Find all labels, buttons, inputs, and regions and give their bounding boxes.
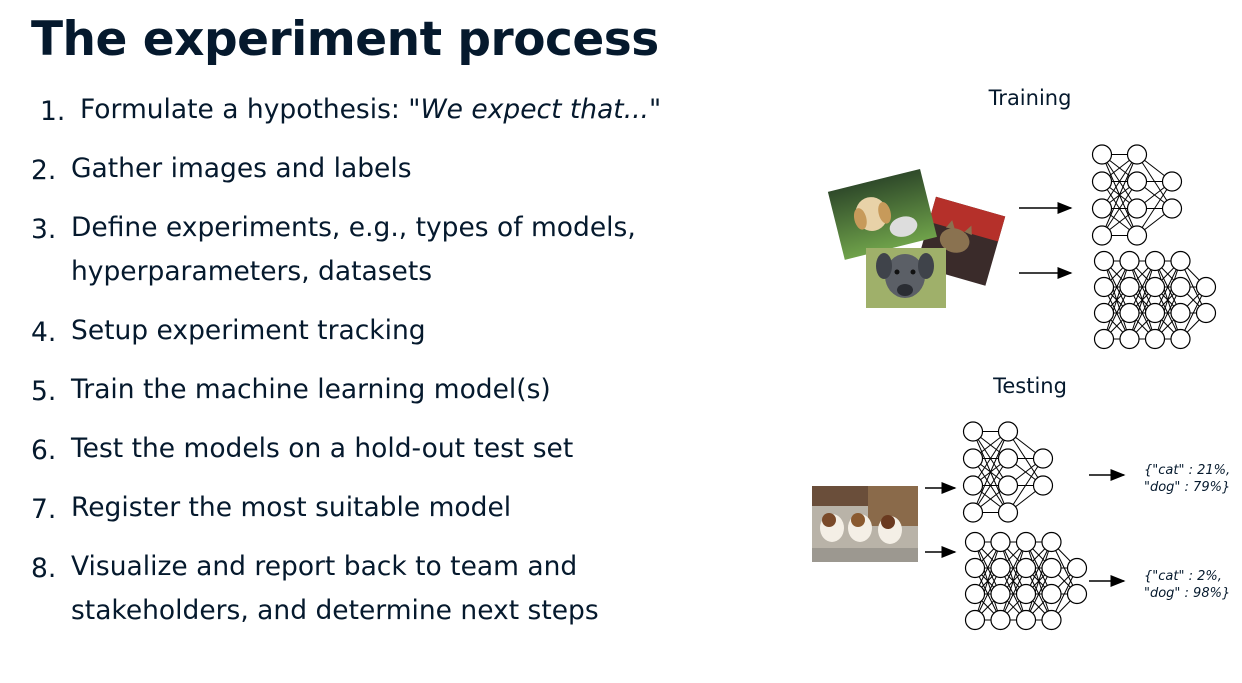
dog-photo bbox=[866, 248, 946, 308]
testing-network-small bbox=[962, 421, 1054, 523]
neuron-node bbox=[964, 557, 986, 579]
neuron-node bbox=[1091, 144, 1113, 165]
neuron-node bbox=[1170, 328, 1191, 350]
neuron-node bbox=[1144, 276, 1166, 298]
neuron-node bbox=[997, 421, 1019, 442]
neuron-node bbox=[1161, 171, 1183, 192]
neuron-node bbox=[1041, 609, 1062, 631]
neuron-node bbox=[962, 421, 984, 442]
neuron-node bbox=[962, 502, 984, 523]
neuron-node bbox=[1093, 250, 1115, 272]
neuron-node bbox=[1119, 250, 1140, 272]
neuron-node bbox=[964, 609, 986, 631]
puppy-photo bbox=[827, 168, 937, 260]
neuron-node bbox=[1093, 302, 1115, 324]
neuron-node bbox=[1041, 583, 1062, 605]
neuron-node bbox=[1161, 198, 1183, 219]
neuron-node bbox=[990, 609, 1011, 631]
neuron-node bbox=[990, 583, 1011, 605]
neuron-node bbox=[1144, 302, 1166, 324]
neuron-node bbox=[1195, 302, 1217, 324]
neuron-node bbox=[964, 531, 986, 553]
neuron-node bbox=[1041, 557, 1062, 579]
neuron-node bbox=[1170, 302, 1191, 324]
ml-diagram bbox=[812, 144, 1217, 631]
neuron-node bbox=[962, 475, 984, 496]
neuron-node bbox=[1015, 583, 1037, 605]
neuron-node bbox=[1091, 198, 1113, 219]
neuron-node bbox=[1093, 328, 1115, 350]
neuron-node bbox=[964, 583, 986, 605]
testing-network-large bbox=[964, 531, 1088, 631]
neuron-node bbox=[1126, 144, 1148, 165]
neuron-node bbox=[997, 502, 1019, 523]
neuron-node bbox=[1091, 225, 1113, 246]
neuron-node bbox=[1144, 328, 1166, 350]
neuron-node bbox=[1093, 276, 1115, 298]
training-images bbox=[827, 168, 1006, 308]
neuron-node bbox=[1126, 198, 1148, 219]
prediction-output-2: {"cat" : 2%, "dog" : 98%} bbox=[1144, 568, 1230, 602]
neuron-node bbox=[962, 448, 984, 469]
training-network-small bbox=[1091, 144, 1183, 246]
neuron-node bbox=[1066, 557, 1088, 579]
prediction-line: "dog" : 98%} bbox=[1144, 586, 1231, 601]
neuron-node bbox=[1126, 171, 1148, 192]
neuron-node bbox=[1066, 583, 1088, 605]
neuron-node bbox=[997, 448, 1019, 469]
neuron-node bbox=[1126, 225, 1148, 246]
neuron-node bbox=[1041, 531, 1062, 553]
test-puppies-photo bbox=[812, 486, 918, 562]
prediction-line: {"cat" : 2%, bbox=[1144, 569, 1222, 584]
prediction-line: "dog" : 79%} bbox=[1144, 480, 1231, 495]
neuron-node bbox=[1119, 276, 1140, 298]
neuron-node bbox=[1032, 475, 1054, 496]
neuron-node bbox=[1170, 276, 1191, 298]
neuron-node bbox=[1015, 531, 1037, 553]
neuron-node bbox=[990, 531, 1011, 553]
prediction-line: {"cat" : 21%, bbox=[1144, 463, 1231, 478]
neuron-node bbox=[1170, 250, 1191, 272]
training-network-large bbox=[1093, 250, 1217, 350]
neuron-node bbox=[997, 475, 1019, 496]
prediction-output-1: {"cat" : 21%, "dog" : 79%} bbox=[1144, 462, 1230, 496]
neuron-node bbox=[1015, 609, 1037, 631]
neuron-node bbox=[1032, 448, 1054, 469]
neuron-node bbox=[1144, 250, 1166, 272]
neuron-node bbox=[1119, 302, 1140, 324]
neuron-node bbox=[1195, 276, 1217, 298]
neuron-node bbox=[1015, 557, 1037, 579]
neuron-node bbox=[1119, 328, 1140, 350]
neuron-node bbox=[990, 557, 1011, 579]
neuron-node bbox=[1091, 171, 1113, 192]
